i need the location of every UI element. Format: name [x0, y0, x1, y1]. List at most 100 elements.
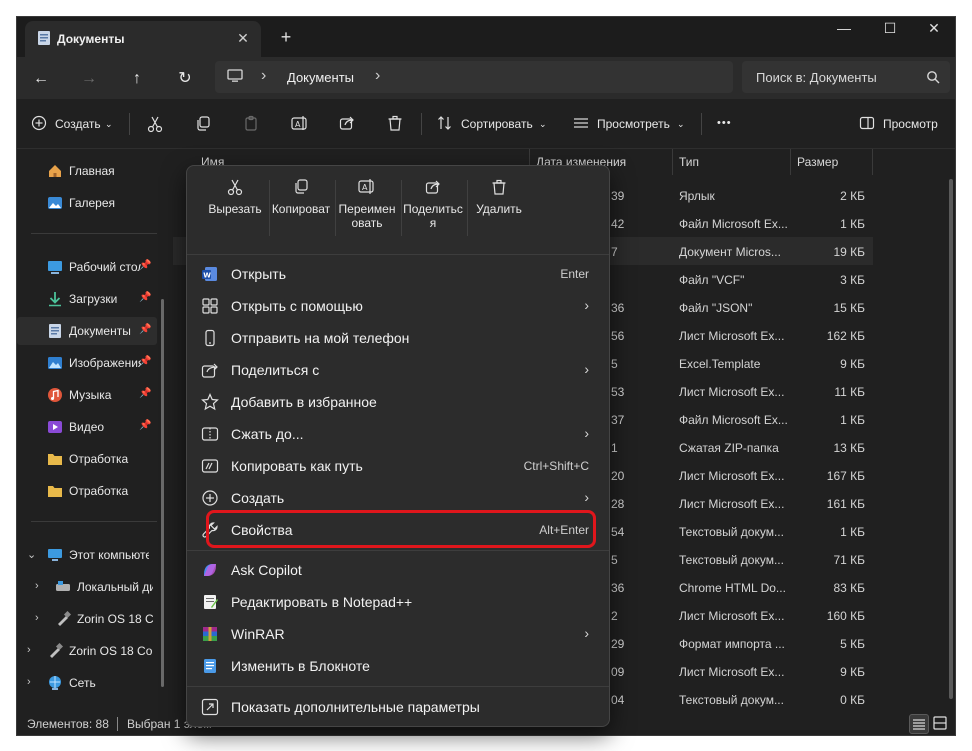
context-rename-button[interactable]: A Переименовать [337, 176, 397, 240]
cut-button[interactable] [147, 113, 165, 135]
file-size: 161 КБ [826, 497, 865, 511]
menu-item-add-favorite[interactable]: Добавить в избранное [191, 386, 605, 418]
sidebar-item-music[interactable]: Музыка 📌 [17, 381, 157, 409]
file-date: 5 [611, 553, 618, 567]
document-icon [38, 31, 50, 45]
context-copy-button[interactable]: Копироват [271, 176, 331, 240]
menu-item-winrar[interactable]: WinRAR › [191, 618, 605, 650]
compress-icon [201, 427, 219, 441]
menu-item-open-with[interactable]: Открыть с помощью › [191, 290, 605, 322]
chevron-right-icon[interactable]: › [35, 580, 39, 592]
menu-item-ask-copilot[interactable]: Ask Copilot [191, 554, 605, 586]
tab-title: Документы [57, 32, 125, 46]
paste-button[interactable] [243, 113, 261, 135]
menu-item-share-with[interactable]: Поделиться с › [191, 354, 605, 386]
chevron-right-icon[interactable]: › [27, 644, 31, 656]
menu-item-send-to-phone[interactable]: Отправить на мой телефон [191, 322, 605, 354]
sidebar-label: Рабочий стол [69, 260, 141, 274]
menu-item-open[interactable]: W Открыть Enter [191, 258, 605, 290]
sort-icon [438, 116, 451, 130]
menu-item-label: Сжать до... [231, 426, 304, 442]
search-input[interactable]: Поиск в: Документы [756, 70, 877, 85]
preview-pane-button[interactable]: Просмотр [859, 113, 951, 135]
file-type: Ярлык [679, 189, 715, 203]
new-tab-button[interactable]: + [275, 26, 297, 48]
menu-item-notepad[interactable]: Изменить в Блокноте [191, 650, 605, 682]
sidebar-item-folder-2[interactable]: Отработка [17, 477, 157, 505]
sidebar-label: Этот компьютер [69, 548, 149, 562]
delete-button[interactable] [387, 113, 405, 135]
column-header-size[interactable]: Размер [791, 149, 873, 175]
up-button[interactable]: ↑ [123, 65, 151, 93]
tiles-view-button[interactable] [931, 714, 951, 734]
download-icon [49, 292, 61, 307]
close-window-button[interactable]: ✕ [911, 17, 955, 43]
quick-action-label: Переименовать [338, 202, 396, 230]
pin-icon[interactable]: 📌 [139, 420, 151, 431]
pictures-icon [48, 357, 62, 369]
file-type: Лист Microsoft Ex... [679, 469, 785, 483]
file-size: 9 КБ [840, 357, 865, 371]
tree-item-network[interactable]: › Сеть [17, 669, 157, 697]
sidebar-item-downloads[interactable]: Загрузки 📌 [17, 285, 157, 313]
sidebar-item-documents[interactable]: Документы 📌 [17, 317, 157, 345]
monitor-icon [227, 69, 243, 82]
menu-item-compress[interactable]: Сжать до... › [191, 418, 605, 450]
share-button[interactable] [339, 113, 357, 135]
context-cut-button[interactable]: Вырезать [205, 176, 265, 240]
tab-close-icon[interactable]: ✕ [233, 28, 253, 48]
forward-button[interactable]: → [75, 65, 103, 93]
menu-item-notepadpp[interactable]: Редактировать в Notepad++ [191, 586, 605, 618]
maximize-button[interactable]: ☐ [867, 17, 913, 43]
details-view-button[interactable] [909, 714, 929, 734]
pin-icon[interactable]: 📌 [139, 260, 151, 271]
tree-item-this-pc[interactable]: ⌄ Этот компьютер [17, 541, 157, 569]
menu-item-more-options[interactable]: Показать дополнительные параметры [191, 691, 605, 723]
tree-item-usb-1[interactable]: › Zorin OS 18 Core [17, 605, 157, 633]
more-button[interactable]: ••• [717, 113, 739, 135]
column-header-type[interactable]: Тип [673, 149, 791, 175]
sort-button[interactable]: Сортировать ⌄ [437, 113, 549, 135]
sidebar-item-gallery[interactable]: Галерея [17, 189, 157, 217]
rename-icon: A [291, 116, 307, 130]
sidebar-scrollbar[interactable] [161, 299, 164, 687]
notepad-icon [204, 659, 216, 673]
sidebar-label: Zorin OS 18 Core [77, 612, 153, 626]
chevron-down-icon[interactable]: ⌄ [27, 548, 36, 561]
context-share-button[interactable]: Поделиться [403, 176, 463, 240]
address-bar[interactable]: › Документы › [215, 61, 733, 93]
breadcrumb-separator[interactable]: › [261, 67, 266, 85]
pin-icon[interactable]: 📌 [139, 324, 151, 335]
file-type: Файл Microsoft Ex... [679, 217, 788, 231]
back-button[interactable]: ← [27, 65, 55, 93]
file-type: Текстовый докум... [679, 553, 784, 567]
tab-documents[interactable]: Документы ✕ [25, 21, 261, 57]
menu-item-copy-path[interactable]: Копировать как путь Ctrl+Shift+C [191, 450, 605, 482]
sidebar-item-home[interactable]: Главная [17, 157, 157, 185]
sidebar-item-pictures[interactable]: Изображения 📌 [17, 349, 157, 377]
copy-button[interactable] [195, 113, 213, 135]
new-icon [202, 490, 218, 506]
chevron-right-icon[interactable]: › [27, 676, 31, 688]
minimize-button[interactable]: — [821, 17, 867, 43]
sidebar-item-video[interactable]: Видео 📌 [17, 413, 157, 441]
view-button[interactable]: Просмотреть ⌄ [573, 113, 687, 135]
copilot-icon [204, 564, 216, 576]
pin-icon[interactable]: 📌 [139, 388, 151, 399]
context-delete-button[interactable]: Удалить [469, 176, 529, 240]
file-date: 53 [611, 385, 625, 399]
breadcrumb-documents[interactable]: Документы [287, 70, 354, 85]
tree-item-local-disk[interactable]: › Локальный диск [17, 573, 157, 601]
pin-icon[interactable]: 📌 [139, 356, 151, 367]
create-button[interactable]: Создать ⌄ [31, 113, 117, 135]
file-list-scrollbar[interactable] [949, 179, 953, 699]
refresh-button[interactable]: ↻ [171, 65, 199, 93]
pin-icon[interactable]: 📌 [139, 292, 151, 303]
chevron-right-icon[interactable]: › [35, 612, 39, 624]
sidebar-item-desktop[interactable]: Рабочий стол 📌 [17, 253, 157, 281]
rename-button[interactable]: A [291, 113, 309, 135]
breadcrumb-separator[interactable]: › [375, 67, 380, 85]
tree-item-usb-2[interactable]: › Zorin OS 18 Core [17, 637, 157, 665]
sidebar-item-folder-1[interactable]: Отработка [17, 445, 157, 473]
search-box[interactable]: Поиск в: Документы [742, 61, 950, 93]
